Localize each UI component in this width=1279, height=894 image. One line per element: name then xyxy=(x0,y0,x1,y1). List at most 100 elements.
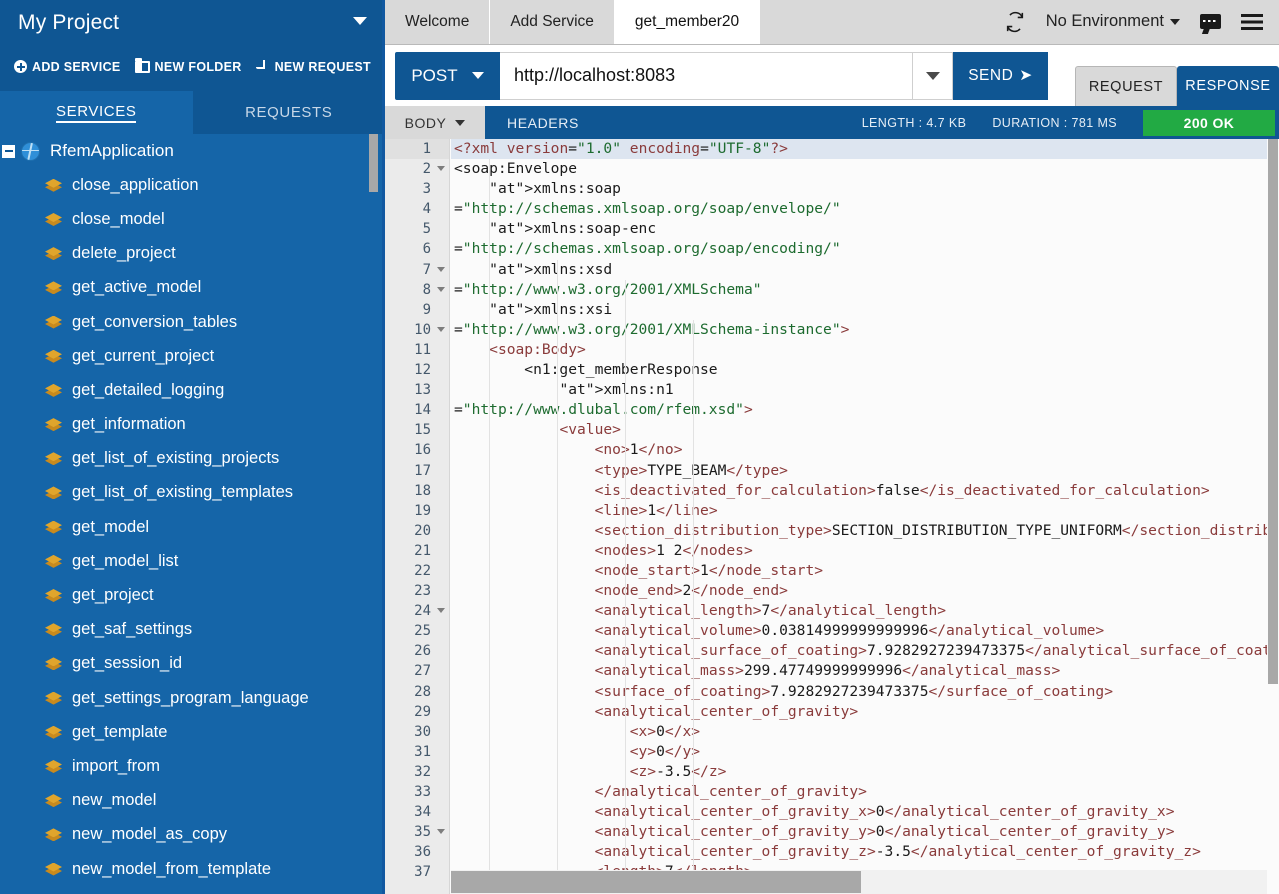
tree-item[interactable]: get_active_model xyxy=(0,271,385,305)
tree-item[interactable]: new_model_from_template xyxy=(0,852,385,886)
tree-item[interactable]: get_session_id xyxy=(0,647,385,681)
vertical-scrollbar-thumb[interactable] xyxy=(1268,139,1278,684)
tree-item[interactable]: get_settings_program_language xyxy=(0,681,385,715)
tree-item-label: get_model_list xyxy=(72,552,178,571)
tab-welcome[interactable]: Welcome xyxy=(385,0,490,44)
tree-item[interactable]: get_model_list xyxy=(0,544,385,578)
tree-item[interactable]: get_list_of_existing_projects xyxy=(0,442,385,476)
tab-requests-label: REQUESTS xyxy=(245,104,332,121)
vertical-scrollbar[interactable] xyxy=(1267,139,1279,868)
folder-plus-icon xyxy=(135,61,150,73)
fold-toggle-icon[interactable] xyxy=(437,829,445,834)
app-window: My Project ADD SERVICE NEW FOLDER NEW RE… xyxy=(0,0,1279,894)
service-method-icon xyxy=(45,383,62,398)
code-viewport[interactable]: <?xml version="1.0" encoding="UTF-8"?><s… xyxy=(451,139,1267,894)
horizontal-scrollbar[interactable] xyxy=(451,870,1267,894)
tree-item[interactable]: get_current_project xyxy=(0,339,385,373)
code-line: <analytical_surface_of_coating>7.9282927… xyxy=(454,641,1267,661)
service-method-icon xyxy=(45,691,62,706)
tab-services-label: SERVICES xyxy=(56,103,136,123)
code-line: <node_end>2</node_end> xyxy=(454,581,1267,601)
line-number: 17 xyxy=(385,461,449,481)
tree-item[interactable]: get_model xyxy=(0,510,385,544)
tree-item[interactable]: close_model xyxy=(0,202,385,236)
tree-item[interactable]: get_project xyxy=(0,578,385,612)
fold-toggle-icon[interactable] xyxy=(437,166,445,171)
code-line: <is_deactivated_for_calculation>false</i… xyxy=(454,481,1267,501)
response-body-editor[interactable]: 1234567891011121314151617181920212223242… xyxy=(385,139,1279,894)
tree-item[interactable]: get_conversion_tables xyxy=(0,305,385,339)
fold-toggle-icon[interactable] xyxy=(437,608,445,613)
tree-item[interactable]: get_template xyxy=(0,715,385,749)
headers-tab[interactable]: HEADERS xyxy=(507,115,579,131)
fold-toggle-icon[interactable] xyxy=(437,267,445,272)
line-number: 2 xyxy=(385,159,449,179)
tree-root-label: RfemApplication xyxy=(50,141,174,161)
tree-root-rfemapplication[interactable]: RfemApplication xyxy=(0,134,385,168)
horizontal-scrollbar-thumb[interactable] xyxy=(451,871,861,893)
new-request-button[interactable]: NEW REQUEST xyxy=(256,60,371,74)
code-line: <soap:Envelope xyxy=(454,159,1267,179)
line-number: 30 xyxy=(385,722,449,742)
request-bar: POST http://localhost:8083 SEND ➤ REQUES… xyxy=(385,45,1279,106)
new-folder-button[interactable]: NEW FOLDER xyxy=(135,60,242,74)
project-header: My Project xyxy=(0,0,385,46)
line-number: 23 xyxy=(385,581,449,601)
tree-item[interactable]: get_list_of_existing_templates xyxy=(0,476,385,510)
tab-bar: Welcome Add Service get_member20 No Envi… xyxy=(385,0,1279,45)
line-number: 33 xyxy=(385,782,449,802)
method-selector[interactable]: POST xyxy=(395,52,500,100)
line-number-gutter: 1234567891011121314151617181920212223242… xyxy=(385,139,450,894)
tree-item[interactable]: new_model xyxy=(0,784,385,818)
service-method-icon xyxy=(45,725,62,740)
tree-item[interactable]: get_saf_settings xyxy=(0,613,385,647)
headers-tab-label: HEADERS xyxy=(507,115,579,131)
tab-add-service[interactable]: Add Service xyxy=(490,0,615,44)
line-number: 37 xyxy=(385,862,449,882)
sidebar-scrollbar-thumb[interactable] xyxy=(369,134,378,192)
tab-response[interactable]: RESPONSE xyxy=(1177,66,1279,106)
service-method-icon xyxy=(45,827,62,842)
environment-selector[interactable]: No Environment xyxy=(1046,12,1180,31)
tree-item[interactable]: new_model_as_copy xyxy=(0,818,385,852)
project-dropdown-icon[interactable] xyxy=(353,17,367,25)
tab-get-member20[interactable]: get_member20 xyxy=(615,0,760,44)
tab-requests[interactable]: REQUESTS xyxy=(193,91,386,134)
line-number: 11 xyxy=(385,340,449,360)
line-number: 29 xyxy=(385,702,449,722)
tree-item[interactable]: close_application xyxy=(0,168,385,202)
add-service-button[interactable]: ADD SERVICE xyxy=(14,60,121,74)
code-line: <?xml version="1.0" encoding="UTF-8"?> xyxy=(451,139,1267,159)
plus-circle-icon xyxy=(14,60,27,73)
hamburger-menu-icon[interactable] xyxy=(1241,14,1263,30)
code-line: <analytical_center_of_gravity_y>0</analy… xyxy=(454,822,1267,842)
code-line: <section_distribution_type>SECTION_DISTR… xyxy=(454,521,1267,541)
fold-toggle-icon[interactable] xyxy=(437,287,445,292)
service-method-icon xyxy=(45,315,62,330)
tree-item-label: get_detailed_logging xyxy=(72,381,224,400)
tree-item-label: get_current_project xyxy=(72,347,214,366)
tab-request[interactable]: REQUEST xyxy=(1075,66,1177,106)
line-number: 22 xyxy=(385,561,449,581)
tree-item[interactable]: delete_project xyxy=(0,237,385,271)
tree-item-label: get_settings_program_language xyxy=(72,689,309,708)
fold-toggle-icon[interactable] xyxy=(437,327,445,332)
tree-item[interactable]: import_from xyxy=(0,749,385,783)
refresh-icon[interactable] xyxy=(1004,11,1026,33)
collapse-icon[interactable] xyxy=(2,145,15,158)
tree-item[interactable]: get_information xyxy=(0,408,385,442)
service-method-icon xyxy=(45,178,62,193)
url-input[interactable]: http://localhost:8083 xyxy=(500,52,913,100)
tab-services[interactable]: SERVICES xyxy=(0,91,193,134)
sidebar-scrollbar[interactable] xyxy=(369,134,378,888)
tree-item[interactable]: get_detailed_logging xyxy=(0,373,385,407)
code-line: <y>0</y> xyxy=(454,742,1267,762)
service-method-icon xyxy=(45,520,62,535)
chat-icon[interactable] xyxy=(1200,14,1221,29)
url-history-button[interactable] xyxy=(913,52,953,100)
response-length: LENGTH : 4.7 KB xyxy=(862,116,967,130)
body-tab[interactable]: BODY xyxy=(385,106,485,139)
service-method-icon xyxy=(45,759,62,774)
tab-welcome-label: Welcome xyxy=(405,13,469,31)
send-button[interactable]: SEND ➤ xyxy=(953,52,1048,100)
